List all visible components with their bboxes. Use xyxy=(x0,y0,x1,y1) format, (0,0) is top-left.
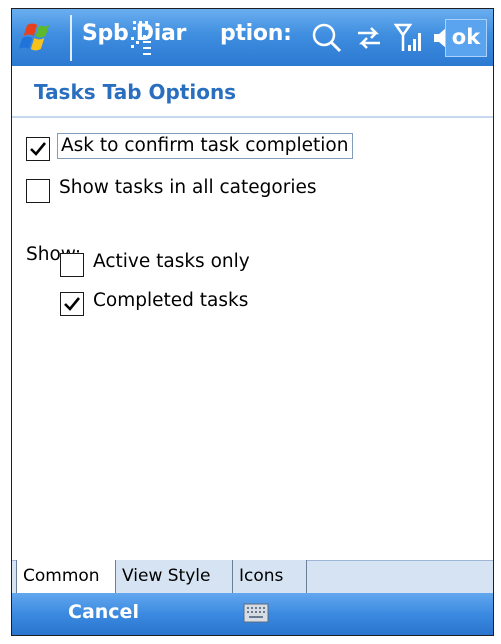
windows-start-icon[interactable] xyxy=(18,19,62,57)
confirm-completion-checkbox[interactable] xyxy=(26,137,50,161)
tab-strip: Common View Style Icons xyxy=(12,560,493,597)
device-screen: Spb Diar ption: ok Tasks Tab Options Ask… xyxy=(11,8,494,636)
completed-tasks-label[interactable]: Completed tasks xyxy=(93,290,248,311)
search-icon[interactable] xyxy=(310,21,344,55)
cancel-button[interactable]: Cancel xyxy=(68,601,139,623)
all-categories-label[interactable]: Show tasks in all categories xyxy=(59,177,316,198)
page-header: Tasks Tab Options xyxy=(12,66,493,118)
tab-common[interactable]: Common xyxy=(16,560,116,596)
tab-view-style[interactable]: View Style xyxy=(116,560,233,596)
all-categories-checkbox[interactable] xyxy=(26,179,50,203)
ok-button[interactable]: ok xyxy=(445,19,487,57)
page-title: Tasks Tab Options xyxy=(34,80,237,104)
title-separator xyxy=(70,15,72,61)
confirm-completion-label[interactable]: Ask to confirm task completion xyxy=(57,133,354,159)
menu-bar: Cancel xyxy=(12,593,493,635)
signal-strength-icon[interactable] xyxy=(394,21,426,55)
active-tasks-checkbox[interactable] xyxy=(60,253,84,277)
window-title-part2: ption: xyxy=(220,21,292,46)
checkmark-icon xyxy=(30,142,47,156)
checkmark-icon xyxy=(64,297,81,311)
input-panel-overlay-icon xyxy=(129,15,155,61)
keyboard-icon[interactable] xyxy=(243,602,269,624)
title-bar: Spb Diar ption: ok xyxy=(12,9,493,66)
completed-tasks-checkbox[interactable] xyxy=(60,292,84,316)
tab-icons[interactable]: Icons xyxy=(233,560,307,596)
connectivity-icon[interactable] xyxy=(354,21,384,55)
active-tasks-label[interactable]: Active tasks only xyxy=(93,251,250,272)
